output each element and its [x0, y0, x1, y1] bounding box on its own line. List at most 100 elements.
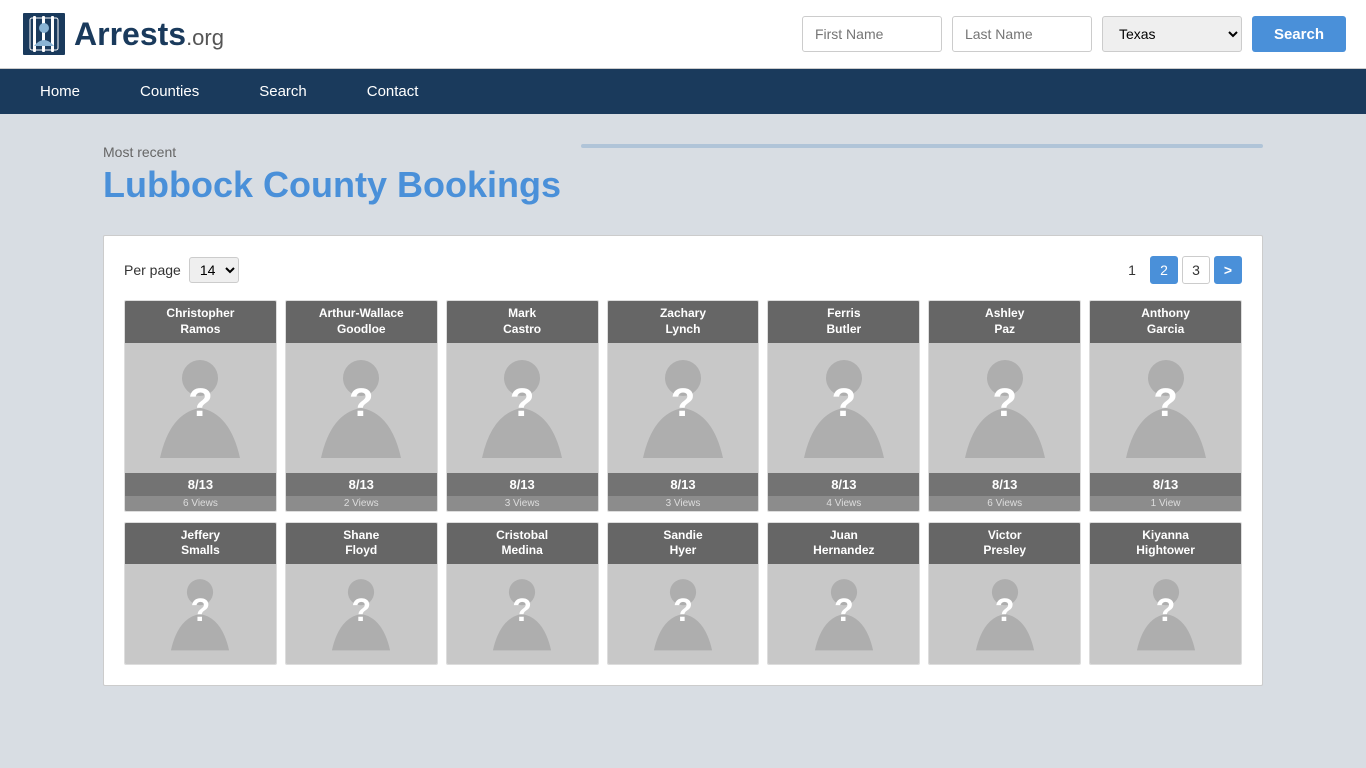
unknown-icon: ?: [512, 592, 532, 629]
card-date: 8/13: [447, 473, 598, 496]
booking-card-christopher-ramos[interactable]: ChristopherRamos ? 8/13 6 Views: [124, 300, 277, 511]
card-views: 3 Views: [447, 496, 598, 511]
card-name: AnthonyGarcia: [1090, 301, 1241, 342]
booking-card-kiyanna-hightower[interactable]: KiyannaHightower ?: [1089, 522, 1242, 665]
card-photo: ?: [929, 564, 1080, 664]
card-photo: ?: [286, 343, 437, 473]
booking-card-mark-castro[interactable]: MarkCastro ? 8/13 3 Views: [446, 300, 599, 511]
card-name: ZacharyLynch: [608, 301, 759, 342]
card-name: SandieHyer: [608, 523, 759, 564]
logo-link[interactable]: Arrests.org: [20, 10, 224, 58]
nav-home[interactable]: Home: [10, 69, 110, 114]
logo-icon: [20, 10, 68, 58]
card-name: ShaneFloyd: [286, 523, 437, 564]
nav-counties[interactable]: Counties: [110, 69, 229, 114]
header: Arrests.org Texas Alabama Alaska Arizona…: [0, 0, 1366, 69]
card-views: 4 Views: [768, 496, 919, 511]
booking-card-juan-hernandez[interactable]: JuanHernandez ?: [767, 522, 920, 665]
card-name: JuanHernandez: [768, 523, 919, 564]
card-views: 6 Views: [125, 496, 276, 511]
sidebar: Most recent Lubbock County Bookings: [103, 144, 561, 225]
unknown-icon: ?: [1156, 592, 1176, 629]
main-nav: Home Counties Search Contact: [0, 69, 1366, 114]
unknown-icon: ?: [510, 381, 534, 426]
nav-contact[interactable]: Contact: [337, 69, 449, 114]
card-photo: ?: [447, 564, 598, 664]
content-area: Per page 7 14 21 28 1 2 3 > ChristopherR…: [103, 235, 1263, 685]
unknown-icon: ?: [351, 592, 371, 629]
divider-bar: [581, 144, 1263, 148]
unknown-icon: ?: [995, 592, 1015, 629]
main-content: Most recent Lubbock County Bookings Per …: [83, 114, 1283, 706]
card-name: CristobalMedina: [447, 523, 598, 564]
search-button[interactable]: Search: [1252, 16, 1346, 52]
card-photo: ?: [286, 564, 437, 664]
nav-search[interactable]: Search: [229, 69, 337, 114]
logo-brand: Arrests.org: [74, 16, 224, 53]
page-title: Lubbock County Bookings: [103, 164, 561, 205]
card-name: ChristopherRamos: [125, 301, 276, 342]
card-name: FerrisButler: [768, 301, 919, 342]
booking-card-ferris-butler[interactable]: FerrisButler ? 8/13 4 Views: [767, 300, 920, 511]
card-photo: ?: [608, 343, 759, 473]
card-photo: ?: [608, 564, 759, 664]
search-form: Texas Alabama Alaska Arizona California …: [802, 16, 1346, 52]
unknown-icon: ?: [671, 381, 695, 426]
card-photo: ?: [768, 564, 919, 664]
page-3[interactable]: 3: [1182, 256, 1210, 284]
list-controls: Per page 7 14 21 28 1 2 3 >: [124, 256, 1242, 284]
booking-card-cristobal-medina[interactable]: CristobalMedina ?: [446, 522, 599, 665]
booking-card-sandie-hyer[interactable]: SandieHyer ?: [607, 522, 760, 665]
card-date: 8/13: [768, 473, 919, 496]
card-views: 1 View: [1090, 496, 1241, 511]
booking-card-zachary-lynch[interactable]: ZacharyLynch ? 8/13 3 Views: [607, 300, 760, 511]
first-name-input[interactable]: [802, 16, 942, 52]
card-photo: ?: [768, 343, 919, 473]
page-1[interactable]: 1: [1118, 256, 1146, 284]
unknown-icon: ?: [834, 592, 854, 629]
next-page-button[interactable]: >: [1214, 256, 1242, 284]
per-page-select[interactable]: 7 14 21 28: [189, 257, 239, 283]
card-photo: ?: [125, 564, 276, 664]
per-page-control: Per page 7 14 21 28: [124, 257, 239, 283]
booking-grid-row1: ChristopherRamos ? 8/13 6 Views Arthur-W…: [124, 300, 1242, 511]
booking-grid-row2: JefferySmalls ? ShaneFloyd ?: [124, 522, 1242, 665]
unknown-icon: ?: [832, 381, 856, 426]
card-photo: ?: [125, 343, 276, 473]
card-photo: ?: [929, 343, 1080, 473]
card-date: 8/13: [608, 473, 759, 496]
page-subtitle: Most recent: [103, 144, 561, 160]
card-name: MarkCastro: [447, 301, 598, 342]
card-photo: ?: [1090, 564, 1241, 664]
card-date: 8/13: [1090, 473, 1241, 496]
card-name: JefferySmalls: [125, 523, 276, 564]
card-views: 2 Views: [286, 496, 437, 511]
unknown-icon: ?: [992, 381, 1016, 426]
booking-card-arthur-wallace-goodloe[interactable]: Arthur-WallaceGoodloe ? 8/13 2 Views: [285, 300, 438, 511]
unknown-icon: ?: [191, 592, 211, 629]
booking-card-ashley-paz[interactable]: AshleyPaz ? 8/13 6 Views: [928, 300, 1081, 511]
pagination: 1 2 3 >: [1118, 256, 1242, 284]
right-area: [581, 144, 1263, 168]
booking-card-victor-presley[interactable]: VictorPresley ?: [928, 522, 1081, 665]
last-name-input[interactable]: [952, 16, 1092, 52]
per-page-label: Per page: [124, 262, 181, 278]
state-select[interactable]: Texas Alabama Alaska Arizona California …: [1102, 16, 1242, 52]
card-name: Arthur-WallaceGoodloe: [286, 301, 437, 342]
booking-card-anthony-garcia[interactable]: AnthonyGarcia ? 8/13 1 View: [1089, 300, 1242, 511]
card-photo: ?: [1090, 343, 1241, 473]
card-date: 8/13: [929, 473, 1080, 496]
unknown-icon: ?: [349, 381, 373, 426]
card-views: 3 Views: [608, 496, 759, 511]
unknown-icon: ?: [1153, 381, 1177, 426]
booking-card-jeffery-smalls[interactable]: JefferySmalls ?: [124, 522, 277, 665]
card-views: 6 Views: [929, 496, 1080, 511]
card-name: KiyannaHightower: [1090, 523, 1241, 564]
card-date: 8/13: [286, 473, 437, 496]
card-date: 8/13: [125, 473, 276, 496]
unknown-icon: ?: [188, 381, 212, 426]
booking-card-shane-floyd[interactable]: ShaneFloyd ?: [285, 522, 438, 665]
page-2[interactable]: 2: [1150, 256, 1178, 284]
unknown-icon: ?: [673, 592, 693, 629]
card-name: VictorPresley: [929, 523, 1080, 564]
